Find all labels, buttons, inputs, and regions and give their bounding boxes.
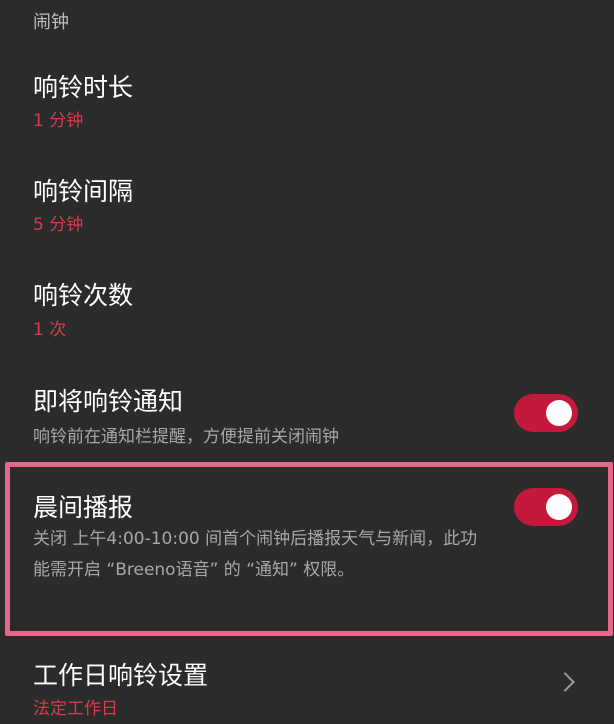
setting-ring-count-title: 响铃次数 [33, 281, 134, 310]
toggle-knob [546, 494, 572, 520]
setting-workday-ring-title: 工作日响铃设置 [33, 661, 209, 690]
setting-ring-count-value: 1 次 [33, 320, 67, 340]
setting-workday-ring[interactable]: 工作日响铃设置 法定工作日 [0, 650, 614, 724]
setting-workday-ring-value: 法定工作日 [33, 699, 118, 719]
upcoming-notice-toggle[interactable] [514, 394, 578, 432]
toggle-knob [546, 400, 572, 426]
setting-ring-duration[interactable]: 响铃时长 1 分钟 [0, 60, 614, 140]
morning-broadcast-toggle[interactable] [514, 488, 578, 526]
setting-upcoming-notice[interactable]: 即将响铃通知 响铃前在通知栏提醒，方便提前关闭闹钟 [0, 376, 614, 456]
setting-upcoming-notice-desc: 响铃前在通知栏提醒，方便提前关闭闹钟 [33, 427, 339, 447]
setting-ring-interval-title: 响铃间隔 [33, 177, 134, 206]
setting-ring-interval-value: 5 分钟 [33, 215, 84, 235]
setting-ring-duration-title: 响铃时长 [33, 73, 134, 102]
setting-ring-interval[interactable]: 响铃间隔 5 分钟 [0, 166, 614, 246]
section-header: 闹钟 [33, 12, 69, 33]
setting-upcoming-notice-title: 即将响铃通知 [33, 387, 184, 416]
setting-ring-count[interactable]: 响铃次数 1 次 [0, 272, 614, 352]
setting-morning-broadcast-desc: 关闭 上午4:00-10:00 间首个闹钟后播报天气与新闻，此功能需开启 “Br… [33, 529, 478, 580]
setting-morning-broadcast-title: 晨间播报 [33, 493, 134, 522]
setting-ring-duration-value: 1 分钟 [33, 111, 84, 131]
